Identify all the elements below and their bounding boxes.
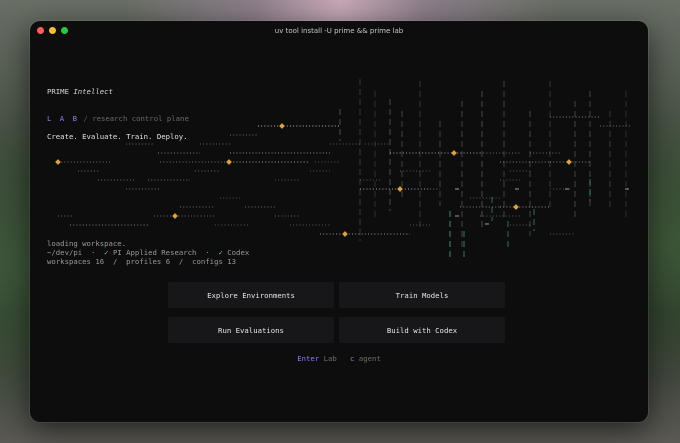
bullet-separator: · [90, 248, 96, 257]
lab-separator: / [83, 114, 88, 123]
tagline: Create. Evaluate. Train. Deploy. [47, 132, 188, 141]
workspaces-count: 16 [95, 257, 105, 266]
org-name: PI Applied Research [112, 248, 197, 257]
build-with-codex-button[interactable]: Build with Codex [339, 317, 505, 343]
brand-logo: PRIME Intellect [47, 87, 113, 96]
loading-status: loading workspace. [47, 239, 127, 248]
check-icon: ✓ [218, 248, 223, 257]
c-hint-label: agent [358, 354, 381, 363]
profiles-label: profiles [126, 257, 162, 266]
node-diamond-icon [451, 150, 457, 156]
run-evaluations-button[interactable]: Run Evaluations [168, 317, 334, 343]
check-icon: ✓ [104, 248, 109, 257]
node-diamond-icon [172, 213, 178, 219]
slash-separator: / [112, 257, 118, 266]
agent-name: Codex [227, 248, 250, 257]
workspace-line: ~/dev/pi · ✓ PI Applied Research · ✓ Cod… [47, 248, 249, 257]
bullet-separator: · [205, 248, 210, 257]
train-models-button[interactable]: Train Models [339, 282, 505, 308]
node-diamond-icon [566, 159, 572, 165]
node-diamond-icon [397, 186, 403, 192]
slash-separator: / [178, 257, 184, 266]
node-diamond-icon [513, 204, 519, 210]
node-diamond-icon [279, 123, 285, 129]
keyboard-hints: Enter Lab c agent [30, 354, 648, 363]
brand-name: PRIME [47, 87, 69, 96]
enter-key-hint: Enter [297, 354, 320, 363]
c-key-hint: c [349, 354, 355, 363]
node-diamond-icon [55, 159, 61, 165]
configs-label: configs [192, 257, 223, 266]
workspace-path: ~/dev/pi [47, 248, 83, 257]
terminal-window: uv tool install -U prime && prime lab PR… [30, 21, 648, 422]
profiles-count: 6 [165, 257, 171, 266]
lab-label: L A B [47, 114, 79, 123]
counts-line: workspaces 16 / profiles 6 / configs 13 [47, 257, 236, 266]
configs-count: 13 [227, 257, 237, 266]
enter-hint-label: Lab [323, 354, 337, 363]
workspaces-label: workspaces [47, 257, 91, 266]
lab-subtitle: research control plane [92, 114, 189, 123]
node-diamond-icon [342, 231, 348, 237]
brand-suffix: Intellect [73, 87, 113, 96]
explore-environments-button[interactable]: Explore Environments [168, 282, 334, 308]
lab-heading: L A B / research control plane [47, 114, 189, 123]
node-diamond-icon [226, 159, 232, 165]
